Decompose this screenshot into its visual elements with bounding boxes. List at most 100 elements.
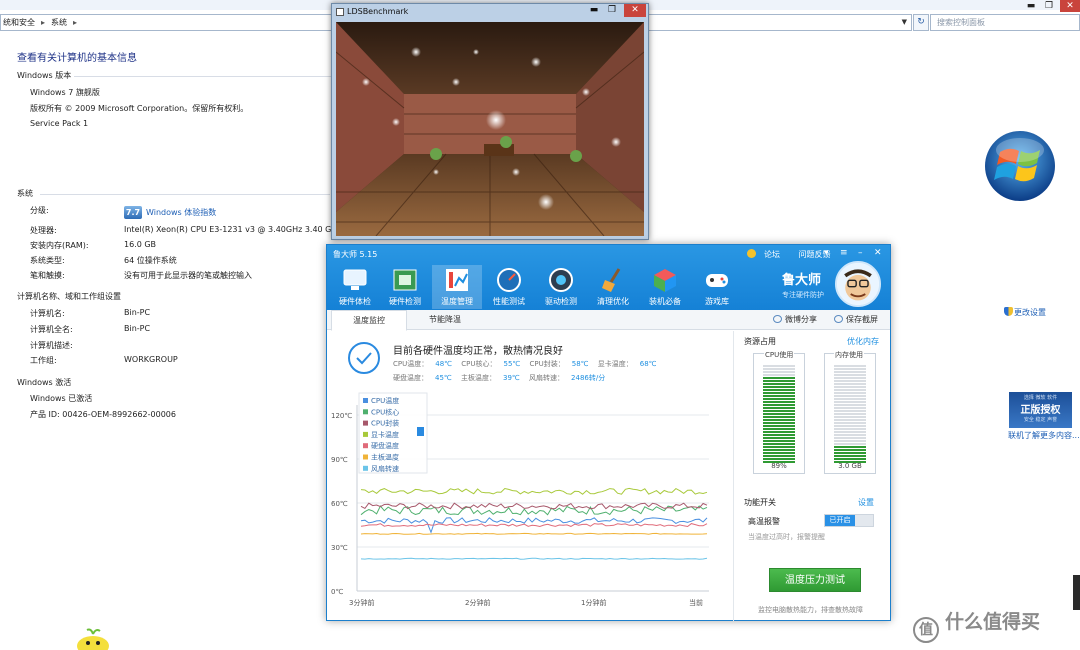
benchmark-3d-scene [336, 22, 644, 236]
minimize-icon[interactable]: ▬ [1022, 0, 1040, 12]
gauge-segment [763, 431, 795, 433]
hot-alarm-description: 当温度过高时，报警提醒 [748, 533, 825, 541]
experience-index-link[interactable]: Windows 体验指数 [146, 207, 216, 218]
hot-alarm-toggle[interactable]: 已开启 [824, 514, 874, 527]
rating-badge[interactable]: 7.7 [124, 206, 142, 219]
tab-essentials[interactable]: 装机必备 [640, 265, 690, 309]
gauge-segment [834, 416, 866, 418]
legend-swatch [363, 454, 368, 460]
gauge-segment [834, 419, 866, 421]
scrollbar-thumb[interactable] [1073, 575, 1080, 610]
tab-performance[interactable]: 性能测试 [484, 265, 534, 309]
gauge-segment [834, 401, 866, 403]
refresh-icon[interactable]: ↻ [913, 14, 929, 31]
gauge-segment [763, 455, 795, 457]
gauge-segment [834, 449, 866, 451]
y-tick-label: 60℃ [331, 500, 348, 508]
restore-icon[interactable]: ❐ [1040, 0, 1058, 12]
mascot-icon [77, 628, 109, 650]
section-system: 系统 [17, 189, 33, 198]
legend-swatch [363, 443, 368, 449]
stress-test-button[interactable]: 温度压力测试 [769, 568, 861, 592]
ludashi-window[interactable]: 鲁大师 5.15 论坛 问题反馈 ▾ ≡ – ✕ 硬件体检 硬件检测 温度管理 … [326, 244, 891, 621]
weibo-icon [773, 315, 782, 323]
tab-temperature[interactable]: 温度管理 [432, 265, 482, 309]
subtab-temp-monitor[interactable]: 温度监控 [331, 310, 407, 331]
genuine-bottom-text: 安全 稳定 声誉 [1023, 417, 1058, 423]
gauge-segment [763, 368, 795, 370]
x-tick-label: 当前 [689, 598, 703, 607]
gauge-segment [834, 371, 866, 373]
genuine-badge[interactable]: 选择 微软 软件 正版授权 安全 稳定 声誉 [1009, 392, 1072, 428]
change-settings-label[interactable]: 更改设置 [1014, 308, 1046, 317]
learn-more-link[interactable]: 联机了解更多内容... [1008, 430, 1080, 441]
optimize-memory-link[interactable]: 优化内存 [847, 336, 879, 347]
tab-games[interactable]: 游戏库 [692, 265, 742, 309]
row-label: 笔和触摸: [30, 271, 65, 280]
temp-cpu-package: CPU封装： 58℃ [529, 360, 589, 368]
memory-usage-label: 内存使用 [834, 350, 864, 360]
tab-label: 温度管理 [441, 297, 473, 306]
ludashi-header: 鲁大师 5.15 论坛 问题反馈 ▾ ≡ – ✕ 硬件体检 硬件检测 温度管理 … [327, 245, 890, 310]
gauge-segment [763, 401, 795, 403]
window-title: LDSBenchmark [347, 7, 409, 16]
tab-hardware-detect[interactable]: 硬件检测 [380, 265, 430, 309]
chevron-down-icon[interactable]: ▼ [902, 18, 907, 26]
gauge-segment [763, 377, 795, 379]
copyright: 版权所有 © 2009 Microsoft Corporation。保留所有权利… [30, 104, 249, 113]
legend-label: 硬盘温度 [371, 441, 399, 450]
product-id: 产品 ID: 00426-OEM-8992662-00006 [30, 410, 176, 419]
section-computer: 计算机名称、域和工作组设置 [17, 292, 121, 301]
temp-cpu: CPU温度： 48℃ [393, 360, 453, 368]
divider [40, 194, 330, 195]
series-line [360, 487, 708, 495]
avatar[interactable] [835, 261, 881, 307]
maximize-icon[interactable]: ❐ [604, 4, 620, 17]
legend-label: 风扇转速 [371, 464, 399, 473]
check-circle-icon [348, 342, 380, 374]
forum-link[interactable]: 论坛 [747, 249, 788, 259]
cpu-usage-bar [763, 365, 795, 463]
search-input[interactable]: 搜索控制面板 [930, 14, 1080, 31]
gauge-segment [763, 398, 795, 400]
save-screenshot-button[interactable]: 保存截屏 [834, 314, 878, 325]
gauge-segment [763, 383, 795, 385]
gauge-segment [763, 449, 795, 451]
function-title: 功能开关 [744, 498, 776, 507]
temp-disk: 硬盘温度： 45℃ [393, 374, 452, 382]
minimize-icon[interactable]: ▬ [586, 4, 602, 17]
settings-icon[interactable]: ≡ [840, 248, 848, 258]
tab-label: 性能测试 [493, 297, 525, 306]
temps-line-1: CPU温度： 48℃ CPU核心： 55℃ CPU封装： 58℃ 显卡温度： 68℃ [393, 359, 664, 369]
tab-label: 硬件体检 [339, 297, 371, 306]
legend-swatch [363, 420, 368, 426]
subtab-energy-saving[interactable]: 节能降温 [407, 310, 483, 330]
gauge-segment [834, 446, 866, 448]
gauge-segment [763, 365, 795, 367]
breadcrumb-item[interactable]: 统和安全 [3, 17, 35, 28]
shield-icon [1004, 307, 1013, 316]
close-icon[interactable]: ✕ [1060, 0, 1080, 12]
cpu-usage-value: 89% [771, 462, 787, 470]
minimize-icon[interactable]: – [858, 248, 863, 258]
legend-collapse-icon [417, 427, 424, 436]
tab-driver[interactable]: 驱动检测 [536, 265, 586, 309]
tab-cleanup[interactable]: 清理优化 [588, 265, 638, 309]
gauge-segment [834, 365, 866, 367]
breadcrumb-item[interactable]: 系统 [51, 17, 67, 28]
breadcrumb-separator-icon: ▸ [41, 18, 46, 27]
change-settings-link[interactable]: 更改设置 [1004, 307, 1046, 318]
temp-cpu-core: CPU核心： 55℃ [461, 360, 521, 368]
ldsbenchmark-window[interactable]: LDSBenchmark ▬ ❐ ✕ [331, 3, 649, 240]
close-icon[interactable]: ✕ [874, 248, 882, 258]
temp-board: 主板温度： 39℃ [461, 374, 520, 382]
close-icon[interactable]: ✕ [624, 4, 646, 17]
weibo-share-button[interactable]: 微博分享 [773, 314, 817, 325]
menu-icon[interactable]: ▾ [824, 248, 829, 258]
row-label: 系统类型: [30, 256, 65, 265]
row-label: 工作组: [30, 356, 57, 365]
function-settings-link[interactable]: 设置 [858, 497, 874, 508]
x-tick-label: 2分钟前 [465, 598, 490, 607]
gauge-segment [763, 374, 795, 376]
tab-hardware-checkup[interactable]: 硬件体检 [330, 265, 380, 309]
